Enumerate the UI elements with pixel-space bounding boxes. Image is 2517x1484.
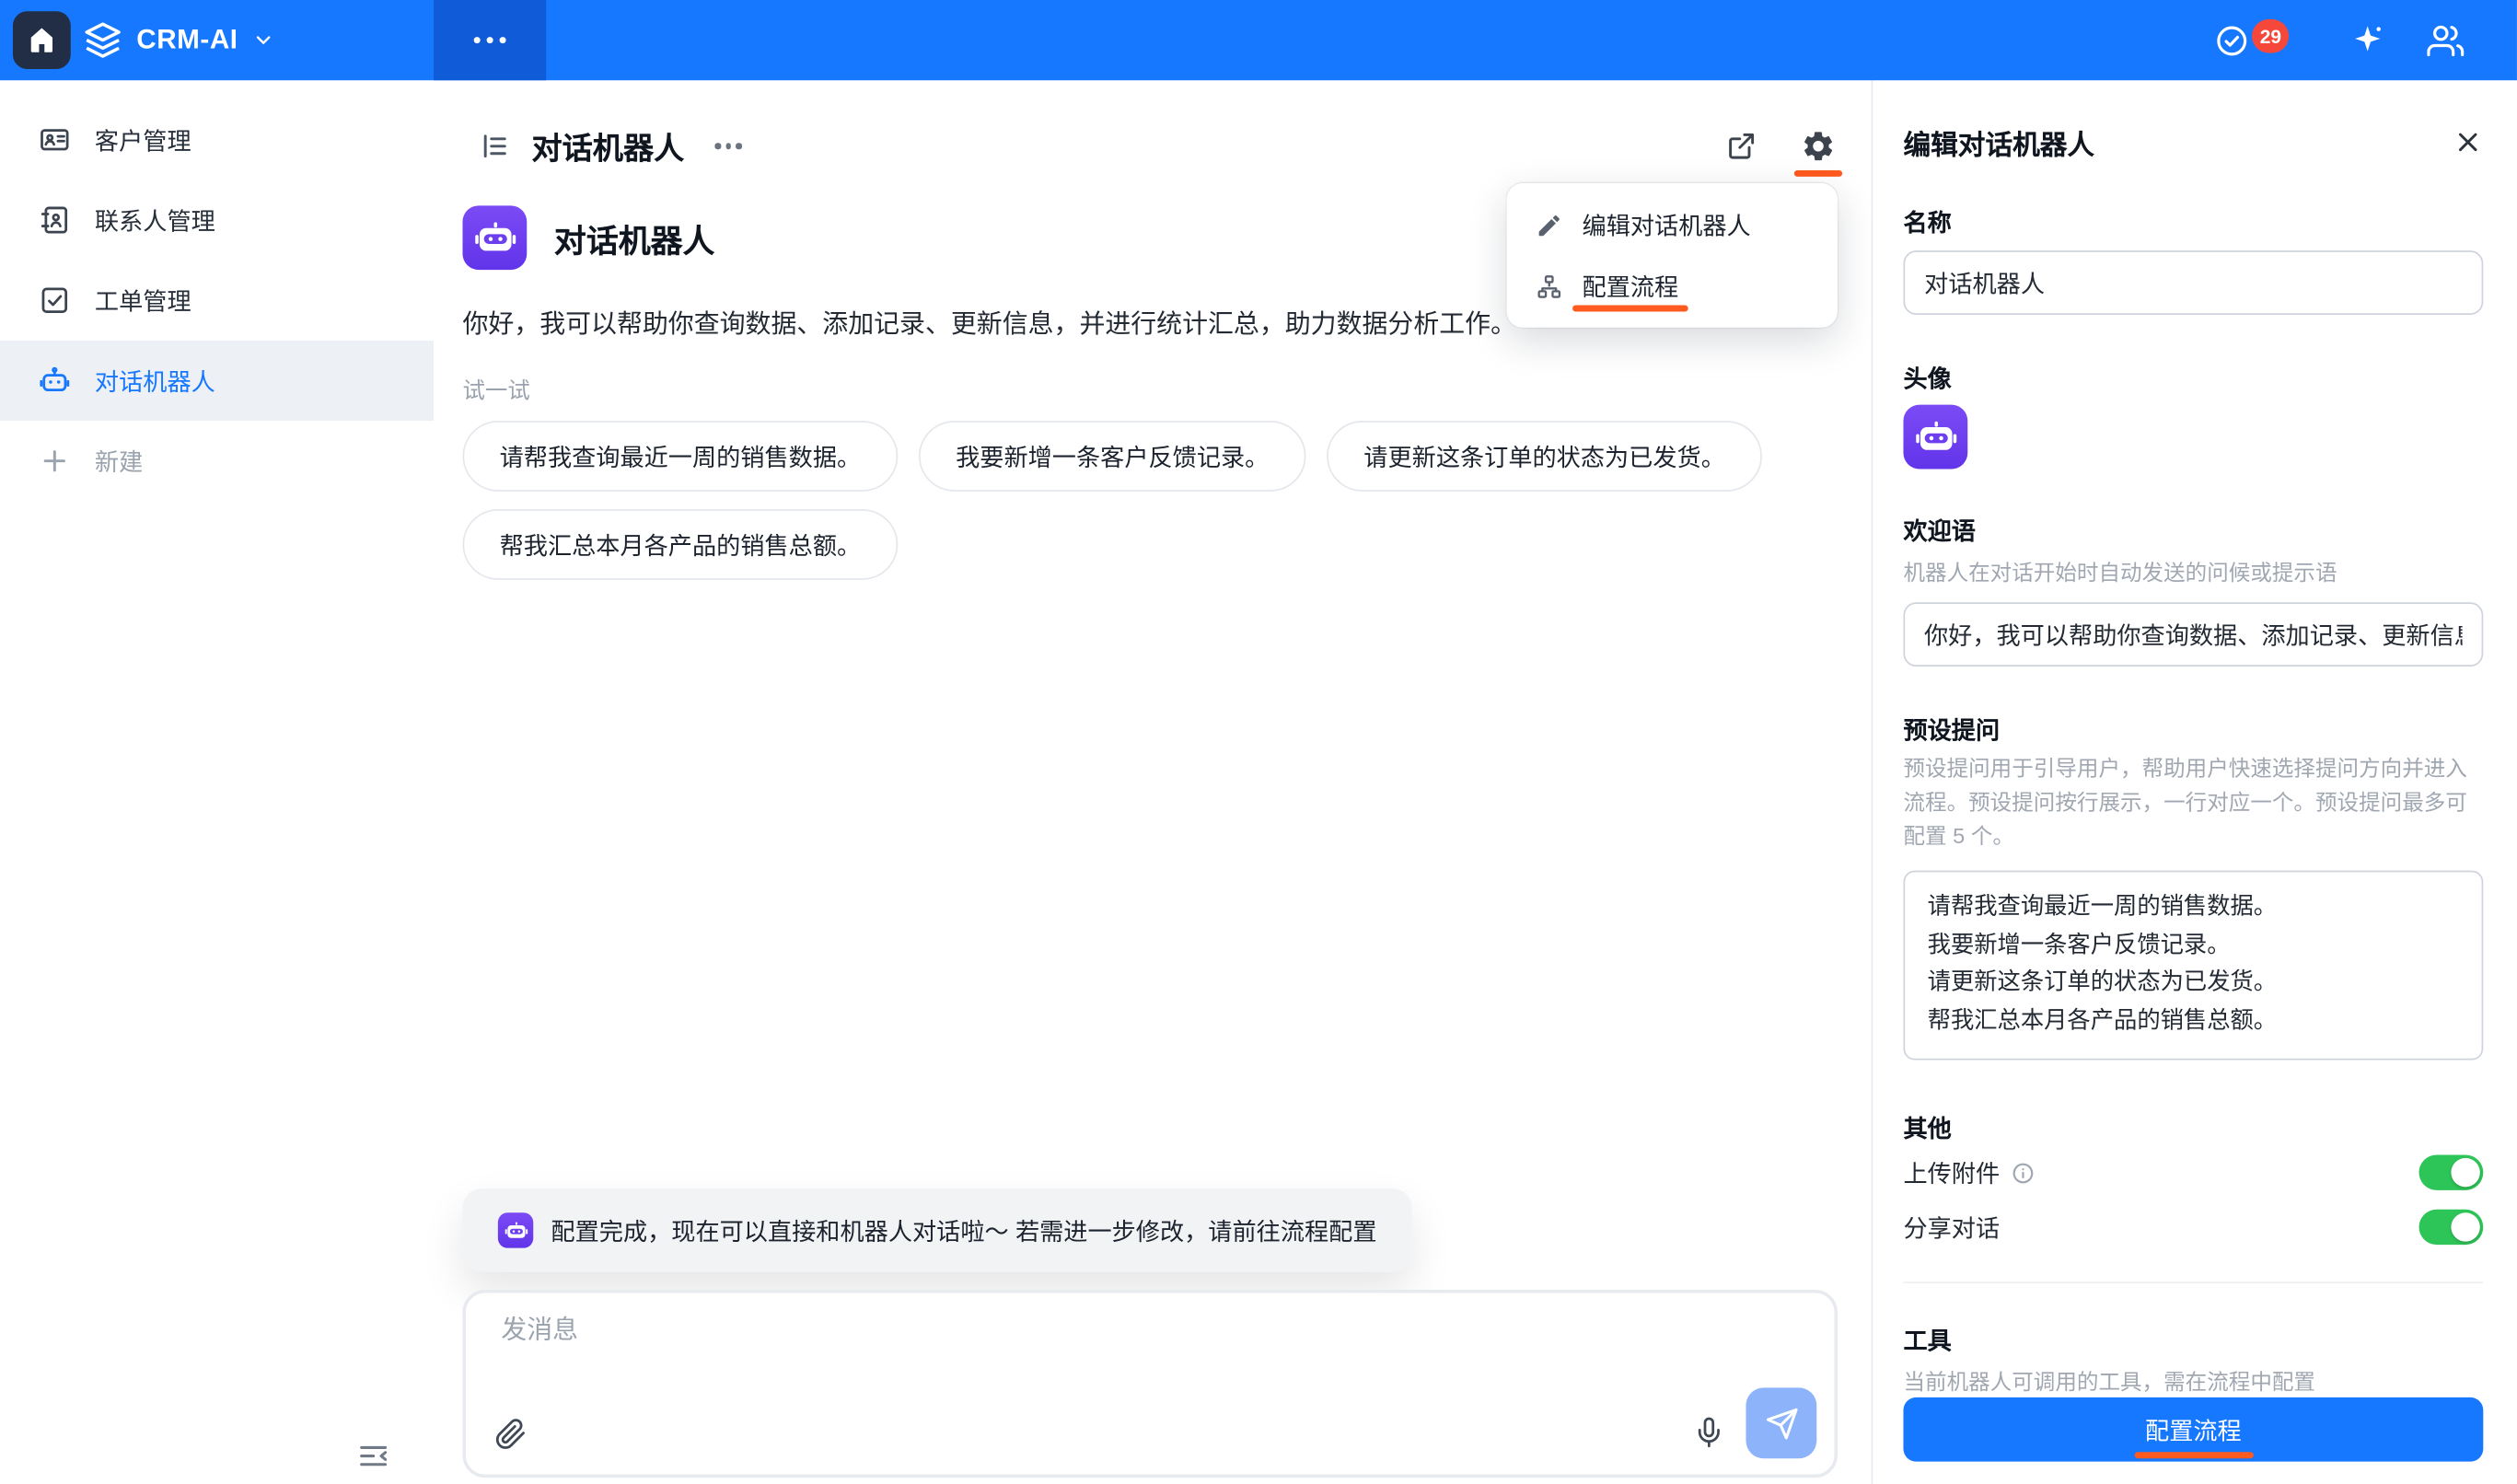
tools-label: 工具	[1903, 1324, 1951, 1358]
menu-item-label: 编辑对话机器人	[1583, 208, 1751, 242]
sidebar-item-customers[interactable]: 客户管理	[0, 99, 434, 180]
share-toggle[interactable]	[2419, 1210, 2484, 1245]
bot-avatar	[462, 205, 527, 270]
message-input[interactable]	[498, 1316, 1629, 1348]
tasks-check-button[interactable]: 29	[2213, 22, 2250, 59]
sidebar-item-new[interactable]: 新建	[0, 421, 434, 501]
button-accent-underline	[2134, 1452, 2253, 1458]
plus-icon	[39, 445, 71, 477]
chevron-down-icon	[252, 29, 274, 51]
preset-line: 请更新这条订单的状态为已发货。	[1928, 966, 2459, 1003]
sitemap-icon	[1536, 272, 1563, 300]
open-external-icon[interactable]	[1725, 130, 1757, 162]
upload-toggle[interactable]	[2419, 1154, 2484, 1189]
toast-robot-icon	[498, 1212, 533, 1247]
bot-name: 对话机器人	[554, 214, 714, 261]
presets-help: 预设提问用于引导用户，帮助用户快速选择提问方向并进入流程。预设提问按行展示，一行…	[1903, 752, 2483, 853]
configure-flow-button[interactable]: 配置流程	[1903, 1397, 2483, 1462]
toast-text: 配置完成，现在可以直接和机器人对话啦～ 若需进一步修改，请前往流程配置	[551, 1213, 1376, 1247]
suggestion-chip[interactable]: 请更新这条订单的状态为已发货。	[1327, 421, 1762, 492]
name-input[interactable]	[1903, 250, 2483, 315]
message-composer	[462, 1290, 1837, 1478]
suggestion-chips: 请帮我查询最近一周的销售数据。 我要新增一条客户反馈记录。 请更新这条订单的状态…	[462, 421, 1843, 580]
upload-label: 上传附件	[1903, 1155, 2000, 1189]
send-button[interactable]	[1746, 1387, 1816, 1458]
app-logo-icon	[84, 21, 122, 60]
home-icon	[26, 24, 58, 56]
sidebar-item-label: 联系人管理	[95, 203, 215, 238]
main-header: 对话机器人	[479, 117, 1836, 175]
topbar: CRM-AI 29	[0, 0, 2517, 80]
mic-icon[interactable]	[1693, 1417, 1725, 1449]
paperclip-icon[interactable]	[494, 1419, 527, 1451]
sidebar-item-label: 新建	[95, 444, 143, 478]
brand-switcher[interactable]: CRM-AI	[84, 0, 275, 80]
share-label: 分享对话	[1903, 1211, 2000, 1245]
notification-badge: 29	[2252, 19, 2290, 53]
preset-line: 帮我汇总本月各产品的销售总额。	[1928, 1003, 2459, 1041]
panel-title: 编辑对话机器人	[1903, 122, 2094, 163]
sidebar-item-tickets[interactable]: 工单管理	[0, 261, 434, 341]
config-toast: 配置完成，现在可以直接和机器人对话啦～ 若需进一步修改，请前往流程配置	[462, 1188, 1411, 1272]
panel-divider	[1903, 1281, 2483, 1283]
sidebar: 客户管理 联系人管理 工单管理 对话机器人 新建	[0, 80, 434, 1484]
brand-name: CRM-AI	[136, 24, 238, 56]
configure-flow-button-label: 配置流程	[2145, 1412, 2242, 1446]
avatar-label: 头像	[1903, 362, 1951, 396]
title-more-icon[interactable]	[708, 137, 748, 156]
share-chat-row: 分享对话	[1903, 1205, 2483, 1250]
presets-label: 预设提问	[1903, 713, 2000, 748]
settings-gear-icon[interactable]	[1801, 129, 1836, 164]
preset-line: 我要新增一条客户反馈记录。	[1928, 928, 2459, 966]
robot-icon	[39, 365, 71, 397]
welcome-help: 机器人在对话开始时自动发送的问候或提示语	[1903, 556, 2483, 590]
menu-accent-underline	[1572, 305, 1688, 311]
sidebar-item-label: 客户管理	[95, 122, 191, 157]
page-title: 对话机器人	[531, 124, 684, 168]
menu-item-edit-bot[interactable]: 编辑对话机器人	[1507, 194, 1838, 255]
ai-sparkle-button[interactable]	[2349, 22, 2384, 57]
name-label: 名称	[1903, 205, 1951, 239]
collapse-list-icon[interactable]	[356, 1439, 390, 1473]
outline-list-icon[interactable]	[479, 130, 511, 162]
other-label: 其他	[1903, 1111, 1951, 1145]
edit-pencil-icon	[1536, 211, 1563, 238]
tools-help: 当前机器人可调用的工具，需在流程中配置	[1903, 1365, 2483, 1399]
ellipsis-icon	[474, 37, 506, 43]
team-members-button[interactable]	[2427, 22, 2464, 59]
try-label: 试一试	[462, 375, 529, 407]
sidebar-item-contacts[interactable]: 联系人管理	[0, 180, 434, 260]
edit-bot-panel: 编辑对话机器人 名称 头像 欢迎语 机器人在对话开始时自动发送的问候或提示语 预…	[1872, 80, 2517, 1484]
sidebar-item-label: 对话机器人	[95, 364, 215, 398]
menu-item-configure-flow[interactable]: 配置流程	[1507, 255, 1838, 316]
id-card-icon	[39, 123, 71, 156]
app-window: CRM-AI 29 客户管理	[0, 0, 2517, 1484]
sidebar-item-label: 工单管理	[95, 284, 191, 318]
welcome-label: 欢迎语	[1903, 514, 1976, 548]
preset-line: 请帮我查询最近一周的销售数据。	[1928, 890, 2459, 928]
info-icon[interactable]	[2011, 1161, 2035, 1185]
bot-header: 对话机器人	[462, 205, 714, 270]
presets-textarea[interactable]: 请帮我查询最近一周的销售数据。 我要新增一条客户反馈记录。 请更新这条订单的状态…	[1903, 871, 2483, 1061]
suggestion-chip[interactable]: 我要新增一条客户反馈记录。	[919, 421, 1306, 492]
suggestion-chip[interactable]: 帮我汇总本月各产品的销售总额。	[462, 509, 898, 580]
task-check-icon	[39, 284, 71, 317]
chat-main: 对话机器人 编辑对话机器人	[434, 80, 1872, 1484]
send-icon	[1765, 1406, 1799, 1440]
sidebar-item-chatbot[interactable]: 对话机器人	[0, 341, 434, 421]
welcome-input[interactable]	[1903, 602, 2483, 667]
home-button[interactable]	[13, 11, 71, 69]
upload-attachment-row: 上传附件	[1903, 1150, 2483, 1195]
current-app-tab[interactable]	[434, 0, 546, 80]
close-icon[interactable]	[2453, 127, 2483, 157]
menu-item-label: 配置流程	[1583, 273, 1679, 301]
settings-menu: 编辑对话机器人 配置流程	[1507, 183, 1838, 328]
panel-header: 编辑对话机器人	[1903, 122, 2483, 163]
address-book-icon	[39, 204, 71, 237]
avatar-preview[interactable]	[1903, 405, 1967, 470]
gear-accent-underline	[1794, 170, 1842, 177]
suggestion-chip[interactable]: 请帮我查询最近一周的销售数据。	[462, 421, 898, 492]
